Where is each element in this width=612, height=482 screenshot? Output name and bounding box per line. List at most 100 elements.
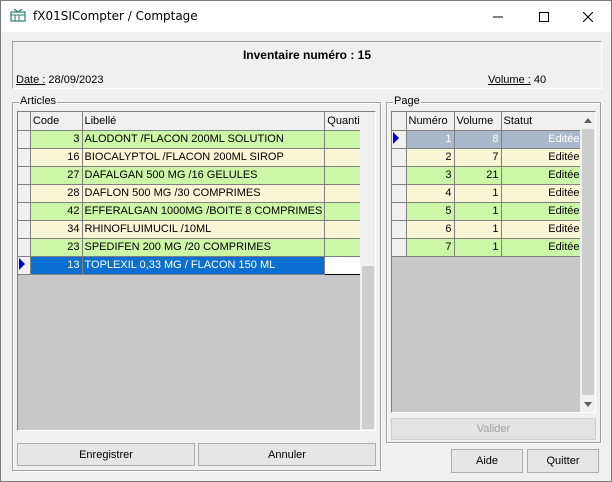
- maximize-icon: [539, 11, 549, 22]
- cell-libelle[interactable]: TOPLEXIL 0,33 MG / FLACON 150 ML: [82, 256, 326, 275]
- row-indicator[interactable]: [392, 148, 407, 167]
- cell-libelle[interactable]: ALODONT /FLACON 200ML SOLUTION: [82, 130, 326, 149]
- column-header-libelle[interactable]: Libellé: [82, 112, 326, 131]
- window-title: fX01SICompter / Comptage: [33, 9, 198, 23]
- row-indicator[interactable]: [392, 166, 407, 185]
- article-row[interactable]: 34RHINOFLUIMUCIL /10ML2: [18, 220, 375, 239]
- cell-statut[interactable]: Editée: [501, 202, 583, 221]
- cell-volume[interactable]: 7: [454, 148, 502, 167]
- row-indicator[interactable]: [392, 130, 407, 149]
- cell-numero[interactable]: 5: [406, 202, 455, 221]
- row-indicator[interactable]: [18, 148, 31, 167]
- column-header-volume[interactable]: Volume: [454, 112, 502, 131]
- page-grid[interactable]: Numéro Volume Statut 1 8 Editée 2 7 Editée 3 21…: [391, 111, 596, 413]
- column-header-numero[interactable]: Numéro: [406, 112, 455, 131]
- row-indicator[interactable]: [18, 202, 31, 221]
- cell-libelle[interactable]: DAFLON 500 MG /30 COMPRIMES: [82, 184, 326, 203]
- page-row[interactable]: 6 1 Editée: [392, 220, 583, 239]
- cell-libelle[interactable]: SPEDIFEN 200 MG /20 COMPRIMES: [82, 238, 326, 257]
- cell-code[interactable]: 13: [30, 256, 83, 275]
- enregistrer-button[interactable]: Enregistrer: [17, 443, 195, 466]
- row-indicator[interactable]: [392, 220, 407, 239]
- cell-volume[interactable]: 1: [454, 184, 502, 203]
- row-indicator[interactable]: [392, 184, 407, 203]
- cell-code[interactable]: 16: [30, 148, 83, 167]
- volume-line: Volume : 40: [488, 74, 546, 86]
- page-row[interactable]: 4 1 Editée: [392, 184, 583, 203]
- annuler-button[interactable]: Annuler: [198, 443, 376, 466]
- inventory-header: Inventaire numéro : 15 Date : 28/09/2023…: [12, 41, 602, 89]
- close-icon: [583, 11, 593, 22]
- cell-statut[interactable]: Editée: [501, 148, 583, 167]
- row-indicator[interactable]: [18, 220, 31, 239]
- column-header-statut[interactable]: Statut: [501, 112, 583, 131]
- cell-libelle[interactable]: EFFERALGAN 1000MG /BOITE 8 COMPRIMES: [82, 202, 326, 221]
- cell-code[interactable]: 34: [30, 220, 83, 239]
- cell-numero[interactable]: 2: [406, 148, 455, 167]
- cell-numero[interactable]: 4: [406, 184, 455, 203]
- cell-libelle[interactable]: DAFALGAN 500 MG /16 GELULES: [82, 166, 326, 185]
- article-row[interactable]: 13TOPLEXIL 0,33 MG / FLACON 150 ML2: [18, 255, 375, 275]
- maximize-button[interactable]: [521, 1, 567, 32]
- volume-value: 40: [533, 74, 547, 86]
- row-indicator[interactable]: [18, 130, 31, 149]
- articles-scrollbar[interactable]: [360, 112, 375, 430]
- cell-numero[interactable]: 6: [406, 220, 455, 239]
- row-indicator[interactable]: [18, 256, 31, 275]
- column-header-code[interactable]: Code: [30, 112, 83, 131]
- articles-scrollbar-thumb[interactable]: [362, 266, 374, 429]
- minimize-button[interactable]: [475, 1, 521, 32]
- page-scrollbar[interactable]: [580, 112, 595, 412]
- cell-code[interactable]: 3: [30, 130, 83, 149]
- cell-libelle[interactable]: BIOCALYPTOL /FLACON 200ML SIROP: [82, 148, 326, 167]
- aide-button[interactable]: Aide: [451, 449, 523, 473]
- chevron-up-icon: [584, 117, 592, 123]
- page-row[interactable]: 3 21 Editée: [392, 166, 583, 185]
- page-table: Numéro Volume Statut 1 8 Editée 2 7 Editée 3 21…: [392, 112, 583, 257]
- page-row[interactable]: 1 8 Editée: [392, 130, 583, 149]
- scroll-up-arrow[interactable]: [580, 112, 595, 128]
- scroll-down-arrow[interactable]: [580, 396, 595, 412]
- valider-button[interactable]: Valider: [391, 418, 596, 440]
- cell-numero[interactable]: 7: [406, 238, 455, 257]
- inventory-title: Inventaire numéro : 15: [13, 48, 601, 62]
- cell-volume[interactable]: 1: [454, 220, 502, 239]
- cell-volume[interactable]: 21: [454, 166, 502, 185]
- page-row[interactable]: 5 1 Editée: [392, 202, 583, 221]
- page-scrollbar-thumb[interactable]: [582, 129, 594, 395]
- cell-code[interactable]: 27: [30, 166, 83, 185]
- page-group: Page Numéro Volume Statut 1 8 Editée 2 7 Edit…: [386, 95, 601, 443]
- cell-statut[interactable]: Editée: [501, 166, 583, 185]
- cell-libelle[interactable]: RHINOFLUIMUCIL /10ML: [82, 220, 326, 239]
- cell-statut[interactable]: Editée: [501, 184, 583, 203]
- article-row[interactable]: 23SPEDIFEN 200 MG /20 COMPRIMES2: [18, 238, 375, 257]
- page-row[interactable]: 7 1 Editée: [392, 238, 583, 257]
- cell-statut[interactable]: Editée: [501, 130, 583, 149]
- cell-code[interactable]: 23: [30, 238, 83, 257]
- cell-numero[interactable]: 3: [406, 166, 455, 185]
- volume-label: Volume :: [488, 74, 531, 86]
- close-button[interactable]: [565, 1, 611, 32]
- cell-code[interactable]: 42: [30, 202, 83, 221]
- quitter-button[interactable]: Quitter: [527, 449, 599, 473]
- cell-volume[interactable]: 1: [454, 238, 502, 257]
- row-indicator[interactable]: [392, 202, 407, 221]
- cell-code[interactable]: 28: [30, 184, 83, 203]
- article-row[interactable]: 42EFFERALGAN 1000MG /BOITE 8 COMPRIMES8: [18, 202, 375, 221]
- cell-statut[interactable]: Editée: [501, 238, 583, 257]
- row-indicator[interactable]: [392, 238, 407, 257]
- cell-volume[interactable]: 1: [454, 202, 502, 221]
- articles-grid[interactable]: Code Libellé Quantité 3 ALODONT /FLACON 2…: [17, 111, 376, 431]
- cell-numero[interactable]: 1: [406, 130, 455, 149]
- cell-statut[interactable]: Editée: [501, 220, 583, 239]
- article-row[interactable]: 16BIOCALYPTOL /FLACON 200ML SIROP2: [18, 148, 375, 167]
- date-value: 28/09/2023: [48, 74, 104, 86]
- row-indicator[interactable]: [18, 184, 31, 203]
- row-indicator[interactable]: [18, 166, 31, 185]
- row-indicator[interactable]: [18, 238, 31, 257]
- article-row[interactable]: 27DAFALGAN 500 MG /16 GELULES5: [18, 166, 375, 185]
- article-row[interactable]: 28DAFLON 500 MG /30 COMPRIMES2: [18, 184, 375, 203]
- cell-volume[interactable]: 8: [454, 130, 502, 149]
- page-row[interactable]: 2 7 Editée: [392, 148, 583, 167]
- article-row[interactable]: 3ALODONT /FLACON 200ML SOLUTION3: [18, 130, 375, 149]
